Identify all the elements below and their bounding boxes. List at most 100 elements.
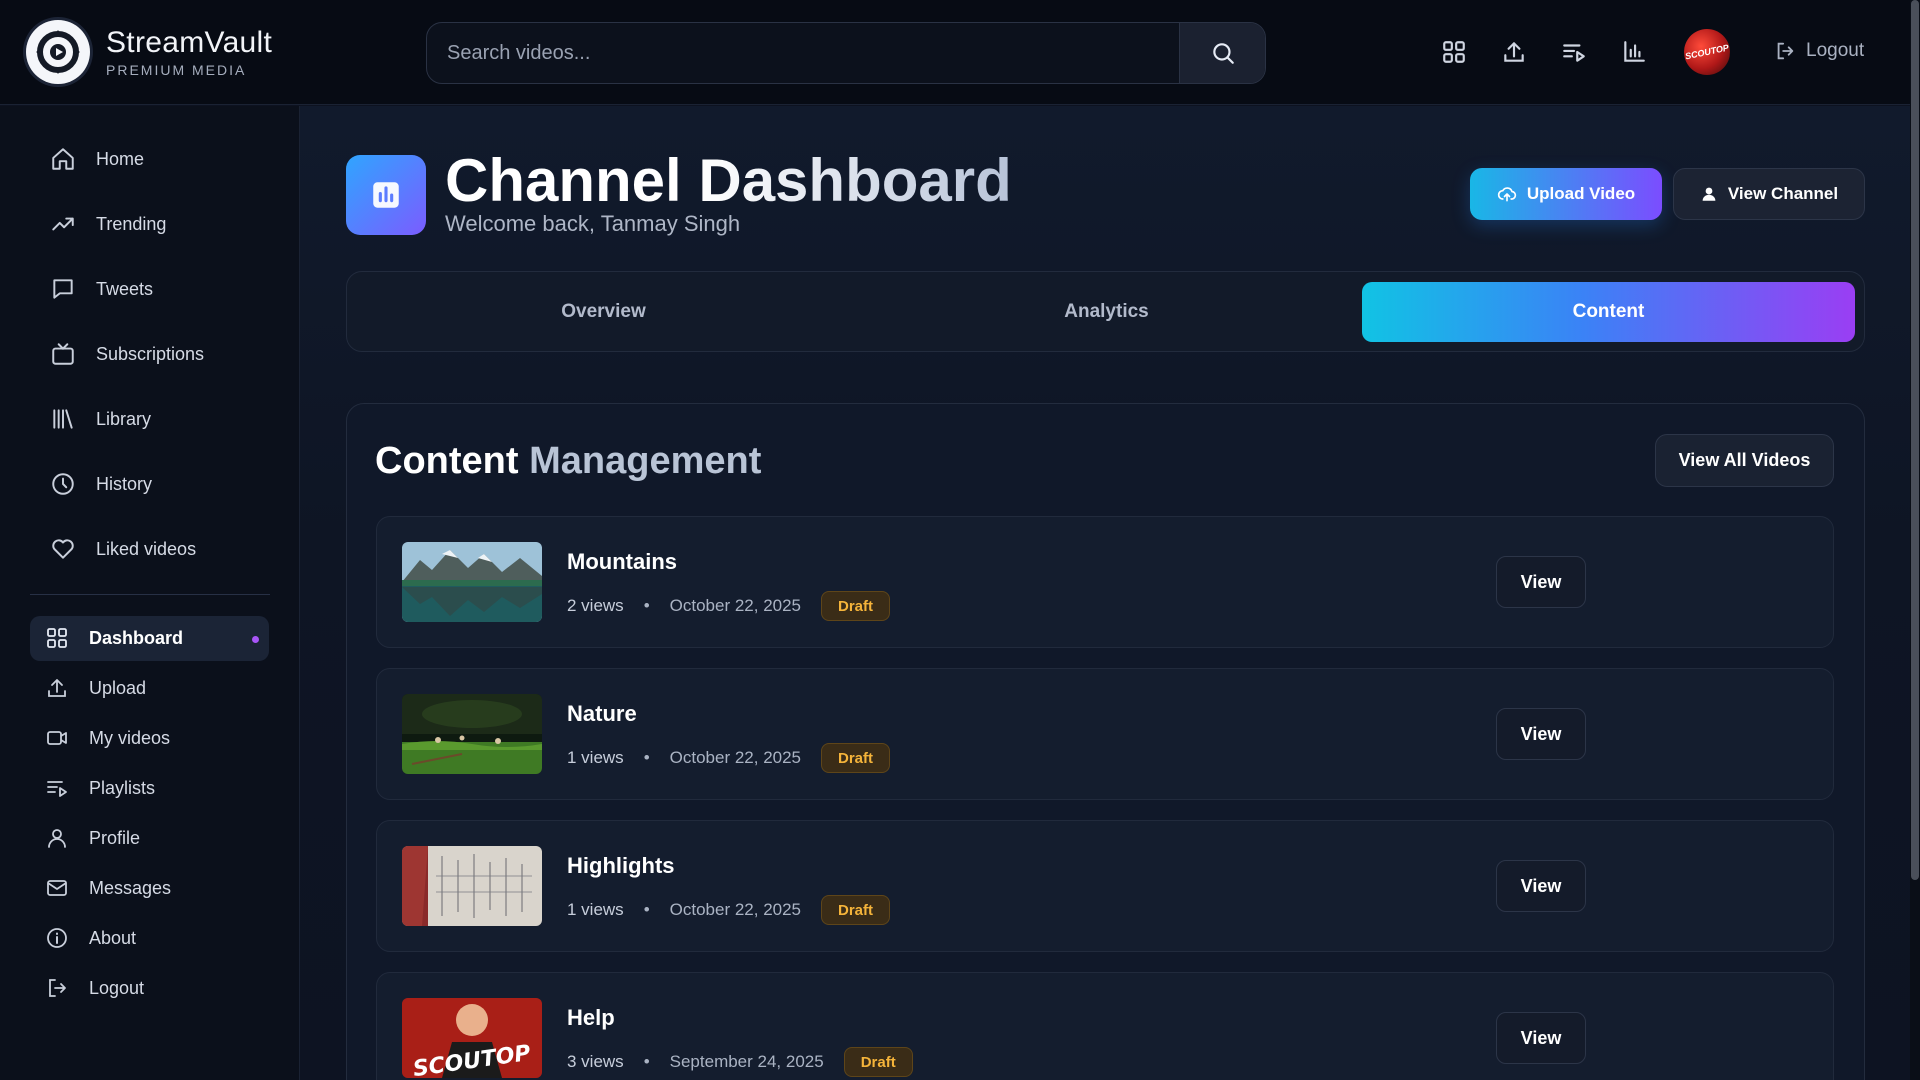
sidebar-item-trending[interactable]: Trending: [50, 211, 166, 237]
tab-analytics[interactable]: Analytics: [860, 282, 1353, 342]
upload-icon: [48, 679, 66, 697]
dashboard-icon: [1443, 41, 1465, 63]
sidebar-item-home[interactable]: Home: [50, 146, 144, 172]
page-title: Channel Dashboard: [445, 147, 1012, 214]
video-date: September 24, 2025: [669, 1052, 824, 1071]
video-views: 1 views: [567, 900, 624, 919]
active-indicator-dot: [252, 636, 259, 643]
sidebar-item-label: Trending: [96, 213, 167, 234]
view-all-videos-button[interactable]: View All Videos: [1655, 434, 1834, 487]
home-icon: [52, 148, 74, 170]
avatar-text: SCOUTOP: [1684, 42, 1730, 62]
sidebar-item-label: Playlists: [89, 777, 156, 798]
video-meta: 2 views • October 22, 2025 Draft: [567, 591, 891, 621]
view-channel-button[interactable]: View Channel: [1673, 168, 1865, 220]
analytics-icon: [1624, 41, 1645, 62]
logout-icon: [49, 979, 66, 997]
sidebar-item-label: Profile: [89, 827, 141, 848]
view-video-button[interactable]: View: [1496, 860, 1586, 912]
sidebar-item-label: Liked videos: [96, 538, 197, 559]
video-thumbnail[interactable]: [402, 542, 542, 622]
video-date: October 22, 2025: [669, 748, 802, 767]
video-title[interactable]: Highlights: [567, 853, 675, 879]
playlist-icon: [47, 781, 67, 797]
header-logout-button[interactable]: Logout: [1774, 40, 1864, 62]
sidebar-item-label: Library: [96, 408, 152, 429]
video-date: October 22, 2025: [669, 596, 802, 615]
view-video-button[interactable]: View: [1496, 1012, 1586, 1064]
status-badge: Draft: [821, 591, 891, 621]
view-video-button[interactable]: View: [1496, 708, 1586, 760]
sidebar-item-about[interactable]: About: [45, 926, 136, 950]
meta-separator: •: [643, 900, 650, 919]
sidebar-item-liked-videos[interactable]: Liked videos: [50, 536, 196, 562]
user-icon: [1702, 187, 1716, 201]
sidebar-divider: [30, 594, 270, 595]
video-thumbnail[interactable]: SCOUTOP: [402, 998, 542, 1078]
video-title[interactable]: Mountains: [567, 549, 677, 575]
sidebar-item-messages[interactable]: Messages: [45, 876, 171, 900]
meta-separator: •: [643, 596, 650, 615]
video-meta: 1 views • October 22, 2025 Draft: [567, 895, 891, 925]
video-meta: 1 views • October 22, 2025 Draft: [567, 743, 891, 773]
video-row: Highlights 1 views • October 22, 2025 Dr…: [376, 820, 1834, 952]
header-logout-label: Logout: [1806, 40, 1865, 61]
avatar[interactable]: SCOUTOP: [1679, 24, 1735, 80]
sidebar-item-label: Messages: [89, 877, 172, 898]
scrollbar-thumb[interactable]: [1911, 0, 1919, 880]
upload-icon: [1504, 42, 1524, 62]
sidebar-item-subscriptions[interactable]: Subscriptions: [50, 341, 204, 367]
sidebar-item-profile[interactable]: Profile: [45, 826, 140, 850]
video-title[interactable]: Nature: [567, 701, 637, 727]
subscriptions-icon: [52, 343, 74, 365]
library-icon: [53, 409, 73, 429]
top-header: StreamVault PREMIUM MEDIA Search videos.…: [0, 0, 1920, 105]
header-upload-button[interactable]: [1490, 28, 1538, 76]
sidebar-item-label: Dashboard: [89, 627, 184, 648]
meta-separator: •: [643, 1052, 650, 1071]
meta-separator: •: [643, 748, 650, 767]
sidebar-item-logout[interactable]: Logout: [45, 976, 144, 1000]
view-channel-label: View Channel: [1727, 184, 1839, 203]
header-dashboard-button[interactable]: [1430, 28, 1478, 76]
sidebar-item-my-videos[interactable]: My videos: [45, 726, 170, 750]
mail-icon: [47, 880, 67, 896]
status-badge: Draft: [843, 1047, 913, 1077]
sidebar-item-library[interactable]: Library: [50, 406, 151, 432]
sidebar-item-upload[interactable]: Upload: [45, 676, 146, 700]
sidebar-item-playlists[interactable]: Playlists: [45, 776, 155, 800]
header-analytics-button[interactable]: [1610, 28, 1658, 76]
upload-video-label: Upload Video: [1526, 184, 1636, 203]
brand[interactable]: StreamVault PREMIUM MEDIA: [26, 20, 272, 84]
sidebar-item-dashboard[interactable]: Dashboard: [45, 626, 183, 650]
tweet-icon: [53, 279, 73, 299]
trending-icon: [52, 217, 74, 231]
upload-video-button[interactable]: Upload Video: [1470, 168, 1662, 220]
sidebar-item-tweets[interactable]: Tweets: [50, 276, 153, 302]
dashboard-tabs: Overview Analytics Content: [346, 271, 1865, 352]
video-camera-icon: [47, 731, 67, 745]
sidebar-item-label: Upload: [89, 677, 147, 698]
sidebar-item-label: Logout: [89, 977, 145, 998]
tab-content[interactable]: Content: [1362, 282, 1855, 342]
video-thumbnail[interactable]: [402, 846, 542, 926]
search-bar: [426, 22, 1266, 84]
sidebar-item-label: Home: [96, 148, 145, 169]
status-badge: Draft: [821, 895, 891, 925]
sidebar-item-history[interactable]: History: [50, 471, 152, 497]
view-video-button[interactable]: View: [1496, 556, 1586, 608]
header-playlist-button[interactable]: [1550, 28, 1598, 76]
playlist-icon: [1563, 44, 1585, 62]
tab-overview[interactable]: Overview: [357, 282, 850, 342]
search-icon: [1212, 43, 1234, 64]
brand-tagline: PREMIUM MEDIA: [106, 62, 247, 78]
page-subtitle: Welcome back, Tanmay Singh: [445, 211, 741, 236]
video-thumbnail[interactable]: [402, 694, 542, 774]
search-button[interactable]: [1179, 23, 1265, 83]
search-input[interactable]: [427, 23, 1179, 83]
video-row: SCOUTOP Help 3 views • September 24, 202…: [376, 972, 1834, 1080]
video-title[interactable]: Help: [567, 1005, 615, 1031]
video-views: 1 views: [567, 748, 624, 767]
sidebar-item-label: Tweets: [96, 278, 154, 299]
sidebar-item-label: Subscriptions: [96, 343, 205, 364]
